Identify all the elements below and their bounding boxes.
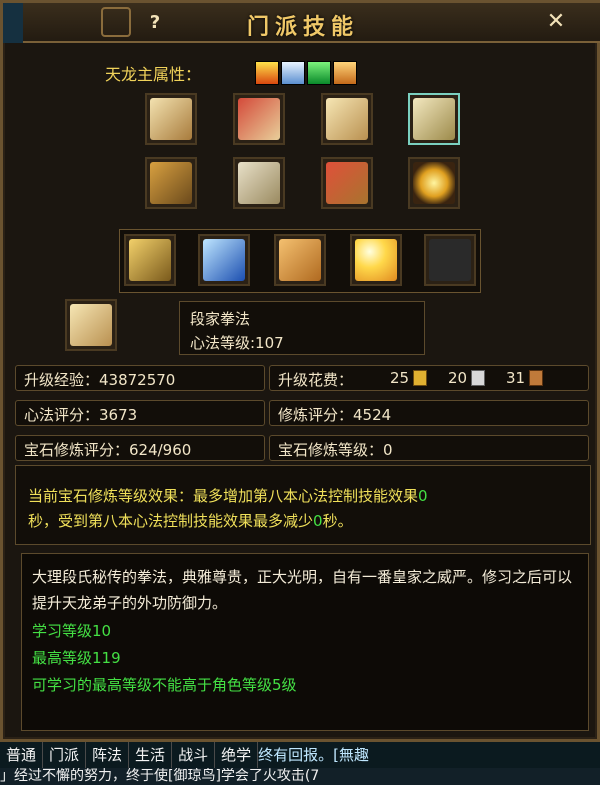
skill-slot-blue-strike[interactable] [198, 234, 250, 286]
selected-skill-icon[interactable] [65, 299, 117, 351]
skill-slot-golden-swirl[interactable] [408, 157, 460, 209]
empty-slot [429, 239, 471, 281]
chat-tab-life[interactable]: 生活 [129, 742, 173, 768]
golden-swirl-icon [413, 162, 455, 204]
tablet-icon [150, 162, 192, 204]
selected-skill-info: 段家拳法 心法等级:107 [179, 301, 425, 355]
upgrade-cost-label: 升级花费： [278, 371, 354, 389]
skill-description-panel[interactable]: 大理段氏秘传的拳法，典雅尊贵，正大光明，自有一番皇家之威严。修习之后可以提升天龙… [21, 553, 589, 731]
chat-tab-unique[interactable]: 绝学 [215, 742, 259, 768]
gem-score: 宝石修炼评分：624/960 [24, 441, 192, 459]
skill-name: 段家拳法 [190, 310, 251, 328]
fist-icon [279, 239, 321, 281]
chat-tab-bar: 普通 门派 阵法 生活 战斗 绝学 终有回报。[無趣 [0, 742, 600, 768]
effect-line2-end: 秒。 [322, 512, 353, 530]
skill-slot-armor[interactable] [124, 234, 176, 286]
blue-strike-icon [203, 239, 245, 281]
selected-book-icon [413, 98, 455, 140]
max-level: 最高等级119 [32, 649, 121, 667]
skill-slot-red-books[interactable] [321, 157, 373, 209]
skill-slot-open-book[interactable] [321, 93, 373, 145]
red-books-icon [326, 162, 368, 204]
chat-tab-battle[interactable]: 战斗 [172, 742, 216, 768]
chat-tab-normal[interactable]: 普通 [0, 742, 44, 768]
gem-score-panel: 宝石修炼评分：624/960 [15, 435, 265, 461]
skill-level: 心法等级:107 [190, 334, 284, 352]
close-button[interactable]: ✕ [543, 9, 569, 35]
open-book-icon [70, 304, 112, 346]
chat-tab-formation[interactable]: 阵法 [86, 742, 130, 768]
learn-level: 学习等级10 [32, 622, 112, 640]
gem-effect-text: 当前宝石修炼等级效果：最多增加第八本心法控制技能效果0 秒，受到第八本心法控制技… [28, 484, 588, 534]
copper-coin-icon [529, 370, 543, 386]
open-book-icon [326, 98, 368, 140]
cost-copper: 31 [506, 369, 526, 387]
effect-line2: 秒，受到第八本心法控制技能效果最多减少 [28, 512, 314, 530]
upgrade-exp: 升级经验：43872570 [24, 371, 176, 389]
chat-line-tail: 终有回报。[無趣 [258, 746, 369, 764]
skill-slot-tablet[interactable] [145, 157, 197, 209]
poison-icon [307, 61, 331, 85]
xinfa-score-panel: 心法评分：3673 [15, 400, 265, 426]
skill-slot-sun-burst[interactable] [350, 234, 402, 286]
silver-coin-icon [471, 370, 485, 386]
passive-skill-bar [119, 229, 481, 293]
window-title: 门派技能 [246, 15, 359, 40]
level-note: 可学习的最高等级不能高于角色等级5级 [32, 676, 297, 694]
effect-value-1: 0 [418, 487, 428, 505]
skill-slot-manual[interactable] [233, 157, 285, 209]
gem-level-panel: 宝石修炼等级：0 [269, 435, 589, 461]
sun-burst-icon [355, 239, 397, 281]
title-bar[interactable]: ? 门派技能 ✕ [3, 3, 600, 43]
ice-icon [281, 61, 305, 85]
cost-gold: 25 [390, 369, 410, 387]
upgrade-exp-panel: 升级经验：43872570 [15, 365, 265, 391]
skill-slot-empty[interactable] [424, 234, 476, 286]
effect-value-2: 0 [313, 512, 323, 530]
skill-slot-selected-book[interactable] [408, 93, 460, 145]
skill-window: ? 门派技能 ✕ 天龙主属性： 段家拳法 心法等级:107 升级经验：43872… [0, 0, 600, 742]
armor-icon [129, 239, 171, 281]
fire-icon [255, 61, 279, 85]
gem-effect-panel: 当前宝石修炼等级效果：最多增加第八本心法控制技能效果0 秒，受到第八本心法控制技… [15, 465, 591, 545]
chat-tab-sect[interactable]: 门派 [43, 742, 87, 768]
xiulian-score: 修炼评分：4524 [278, 406, 392, 424]
main-attribute-label: 天龙主属性： [105, 65, 202, 84]
chat-message-line: 」经过不懈的努力，终于使[御琼鸟]学会了火攻击(7 [0, 768, 600, 785]
upgrade-cost-panel: 升级花费： 25 20 31 [269, 365, 589, 391]
rolled-scrolls-icon [238, 98, 280, 140]
skill-description: 大理段氏秘传的拳法，典雅尊贵，正大光明，自有一番皇家之威严。修习之后可以提升天龙… [32, 568, 573, 612]
skill-slot-rolled-scrolls[interactable] [233, 93, 285, 145]
gem-level: 宝石修炼等级：0 [278, 441, 393, 459]
xiulian-score-panel: 修炼评分：4524 [269, 400, 589, 426]
skill-slot-scroll[interactable] [145, 93, 197, 145]
attribute-icons [255, 61, 357, 85]
scroll-icon [150, 98, 192, 140]
gold-coin-icon [413, 370, 427, 386]
effect-line1: 当前宝石修炼等级效果：最多增加第八本心法控制技能效果 [28, 487, 419, 505]
cost-silver: 20 [448, 369, 468, 387]
xinfa-score: 心法评分：3673 [24, 406, 138, 424]
skill-slot-fist[interactable] [274, 234, 326, 286]
mystic-icon [333, 61, 357, 85]
manual-icon [238, 162, 280, 204]
